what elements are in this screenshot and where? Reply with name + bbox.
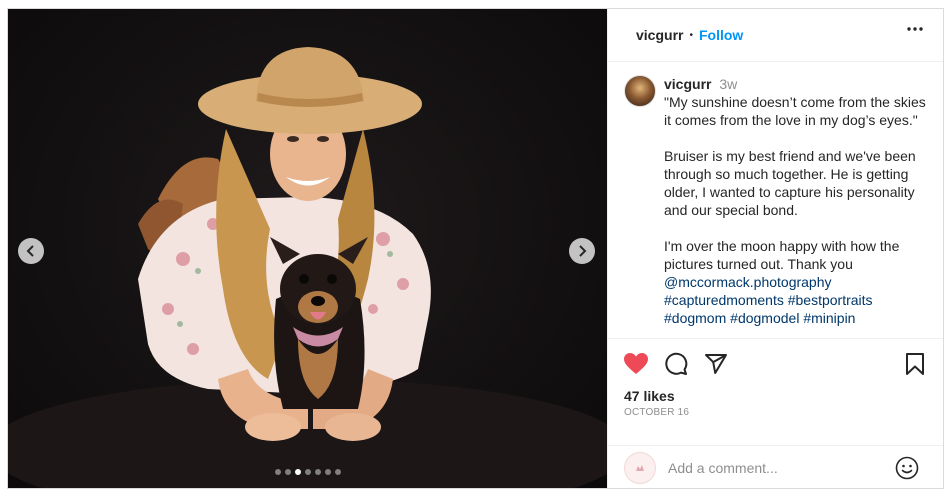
current-user-avatar [624, 452, 656, 484]
post-photo [8, 47, 607, 488]
comment-icon[interactable] [664, 352, 688, 376]
post-actions: 47 likes OCTOBER 16 [608, 338, 943, 445]
comment-input[interactable] [668, 458, 878, 478]
caption-time[interactable]: 3w [719, 76, 737, 92]
bookmark-icon[interactable] [905, 352, 925, 376]
carousel-prev-button[interactable] [18, 238, 44, 264]
hashtag-link[interactable]: #minipin [803, 310, 855, 326]
carousel-dot [334, 469, 341, 475]
logo-icon [636, 465, 644, 471]
post-card: vicgurr • Follow vicgurr 3w "My sunshine… [7, 8, 944, 489]
more-options-icon[interactable] [907, 27, 923, 31]
emoji-icon[interactable] [895, 456, 919, 480]
carousel-dot [274, 469, 281, 475]
share-icon[interactable] [704, 352, 728, 376]
carousel-indicator [8, 469, 607, 475]
carousel-dot [294, 469, 301, 475]
heart-icon[interactable] [623, 352, 649, 376]
avatar[interactable] [624, 75, 656, 107]
header-separator: • [689, 29, 693, 41]
carousel-dot [304, 469, 311, 475]
carousel-next-button[interactable] [569, 238, 595, 264]
chevron-left-icon [26, 245, 34, 257]
comments-area[interactable]: vicgurr 3w "My sunshine doesn’t come fro… [608, 62, 943, 337]
carousel-dot [314, 469, 321, 475]
hashtag-link[interactable]: #dogmodel [730, 310, 799, 326]
post-caption: vicgurr 3w "My sunshine doesn’t come fro… [664, 75, 932, 327]
hashtag-link[interactable]: #bestportraits [788, 292, 873, 308]
carousel-dot [324, 469, 331, 475]
post-media[interactable] [8, 9, 607, 488]
chevron-right-icon [579, 245, 587, 257]
post-date: OCTOBER 16 [624, 407, 690, 418]
hashtag-link[interactable]: #capturedmoments [664, 292, 784, 308]
caption-paragraph-2: Bruiser is my best friend and we've been… [664, 148, 916, 218]
likes-count[interactable]: 47 likes [624, 388, 675, 404]
caption-quote: "My sunshine doesn’t come from the skies… [664, 94, 926, 128]
mention-link[interactable]: @mccormack.photography [664, 274, 832, 290]
add-comment-bar [608, 445, 943, 490]
header-username[interactable]: vicgurr [636, 27, 683, 43]
post-side-panel: vicgurr • Follow vicgurr 3w "My sunshine… [607, 9, 943, 488]
carousel-dot [284, 469, 291, 475]
hashtag-link[interactable]: #dogmom [664, 310, 726, 326]
caption-username[interactable]: vicgurr [664, 76, 711, 92]
caption-paragraph-3: I'm over the moon happy with how the pic… [664, 238, 900, 272]
post-header: vicgurr • Follow [608, 9, 943, 62]
follow-button[interactable]: Follow [699, 27, 743, 43]
